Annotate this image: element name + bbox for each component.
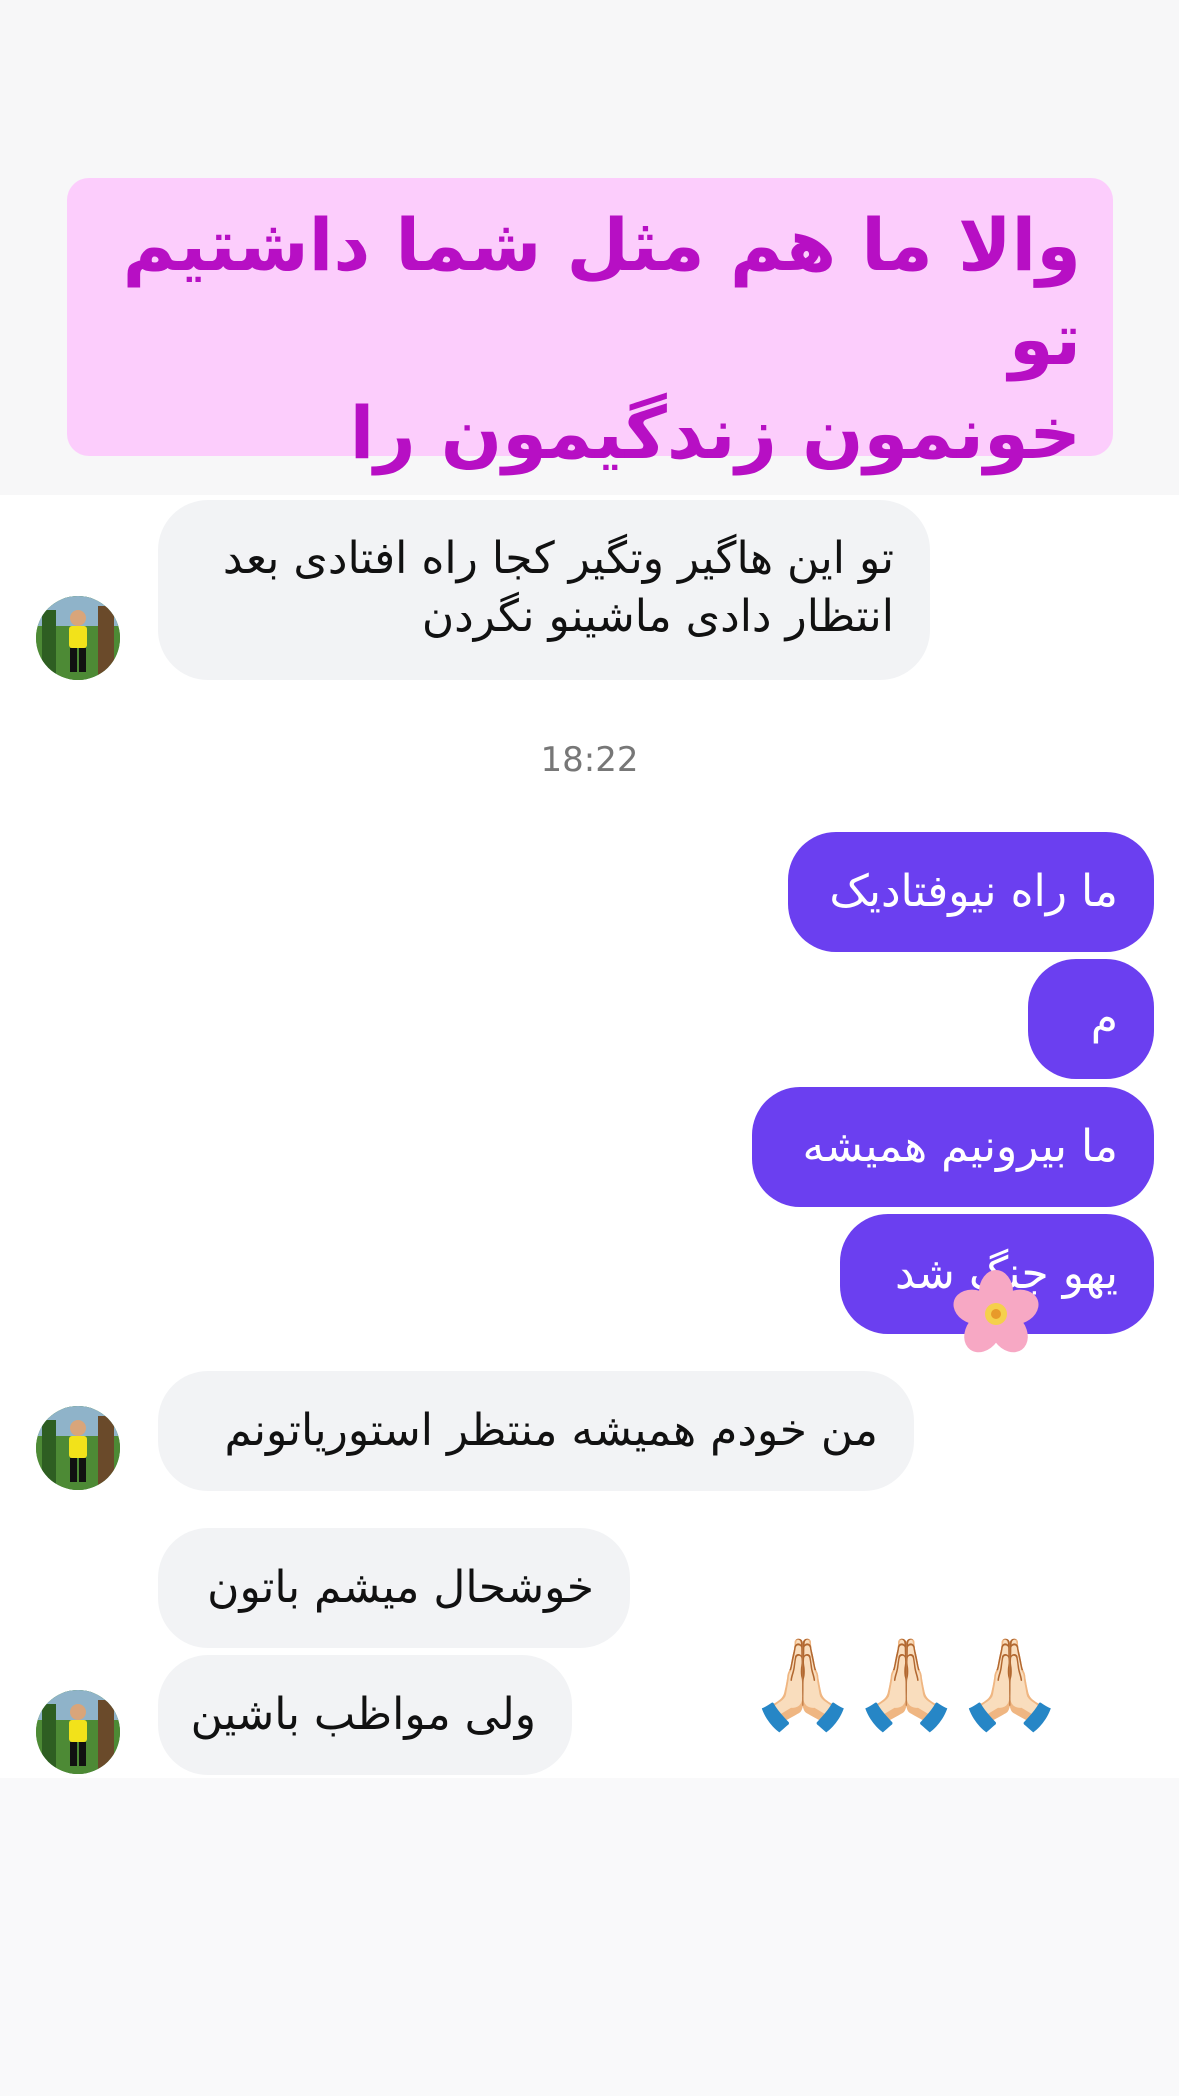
message-received[interactable]: خوشحال میشم باتون: [158, 1528, 630, 1648]
bottom-area: [0, 1778, 1179, 2096]
message-text: م: [1090, 993, 1118, 1044]
caption-overlay: والا ما هم مثل شما داشتیم تو خونمون زندگ…: [67, 178, 1113, 569]
message-received[interactable]: من خودم همیشه منتظر استوریاتونم: [158, 1371, 914, 1491]
message-text-line-1: تو این هاگیر وتگیر کجا راه افتادی بعد: [222, 533, 894, 584]
message-text-line-2: انتظار دادی ماشینو نگردن: [421, 591, 894, 642]
message-text: خوشحال میشم باتون: [207, 1562, 594, 1613]
flower-reaction-icon[interactable]: [950, 1268, 1042, 1364]
message-sent[interactable]: ما بیرونیم همیشه: [752, 1087, 1154, 1207]
timestamp: 18:22: [540, 740, 639, 780]
message-sent[interactable]: ما راه نیوفتادیک: [788, 832, 1154, 952]
caption-line-1: والا ما هم مثل شما داشتیم تو: [122, 203, 1081, 381]
avatar[interactable]: [36, 596, 120, 680]
message-sent[interactable]: م: [1028, 959, 1154, 1079]
message-text: ولی مواظب باشین: [190, 1689, 536, 1740]
message-received[interactable]: ولی مواظب باشین: [158, 1655, 572, 1775]
message-text: ما راه نیوفتادیک: [829, 866, 1118, 917]
praying-hands-icon: 🙏🏻🙏🏻🙏🏻: [748, 1632, 1065, 1735]
message-text: من خودم همیشه منتظر استوریاتونم: [224, 1405, 878, 1456]
message-text: ما بیرونیم همیشه: [802, 1121, 1118, 1172]
avatar[interactable]: [36, 1690, 120, 1774]
avatar[interactable]: [36, 1406, 120, 1490]
message-received[interactable]: تو این هاگیر وتگیر کجا راه افتادی بعد ان…: [158, 500, 930, 680]
